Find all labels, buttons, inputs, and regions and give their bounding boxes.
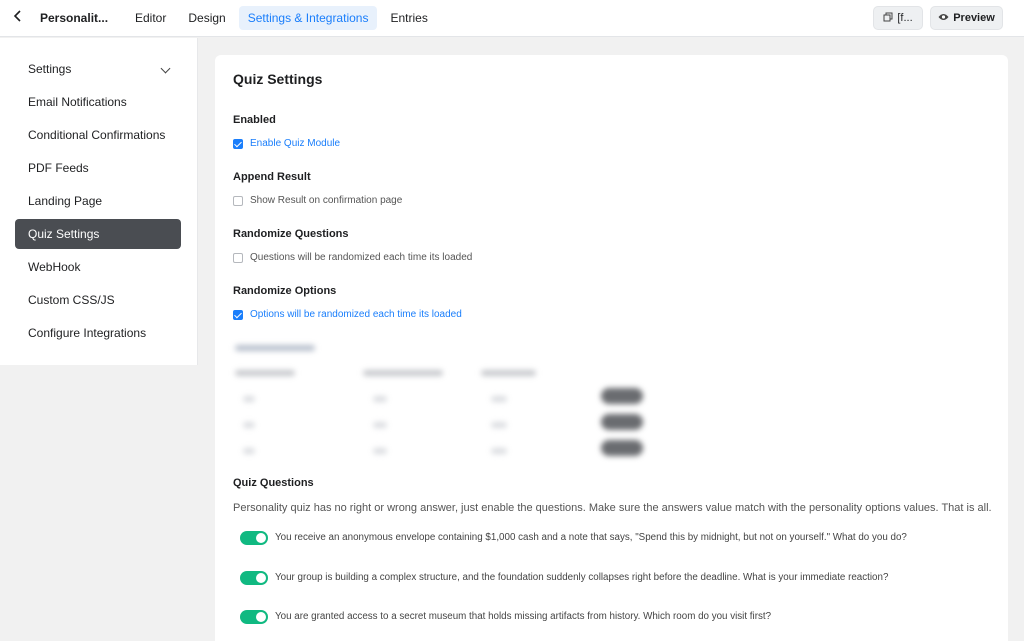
sidebar-item-settings[interactable]: Settings xyxy=(15,54,181,84)
section-label-randomize-questions: Randomize Questions xyxy=(233,228,349,240)
question-toggle[interactable] xyxy=(240,610,268,624)
copy-button-label: [f... xyxy=(897,12,913,24)
sidebar-item-label: Configure Integrations xyxy=(28,326,147,340)
enable-quiz-module-checkbox[interactable]: Enable Quiz Module xyxy=(233,138,340,149)
question-text: Your group is building a complex structu… xyxy=(275,572,889,583)
settings-sidebar: Settings Email Notifications Conditional… xyxy=(0,38,198,365)
preview-button-label: Preview xyxy=(953,12,995,24)
checkbox-checked[interactable] xyxy=(233,138,243,149)
show-result-checkbox[interactable]: Show Result on confirmation page xyxy=(233,195,402,206)
section-label-append-result: Append Result xyxy=(233,171,311,183)
checkbox-checked[interactable] xyxy=(233,309,243,320)
sidebar-item-label: Custom CSS/JS xyxy=(28,293,115,307)
question-text: You receive an anonymous envelope contai… xyxy=(275,532,907,543)
page-title: Quiz Settings xyxy=(233,71,323,87)
sidebar-item-custom-css-js[interactable]: Custom CSS/JS xyxy=(15,285,181,315)
sidebar-item-conditional-confirmations[interactable]: Conditional Confirmations xyxy=(15,120,181,150)
copy-shortcode-button[interactable]: [f... xyxy=(873,6,923,30)
section-label-enabled: Enabled xyxy=(233,114,276,126)
chevron-left-icon[interactable] xyxy=(10,9,26,27)
sidebar-item-label: Email Notifications xyxy=(28,95,127,109)
sidebar-item-label: Quiz Settings xyxy=(28,227,100,241)
sidebar-item-label: Conditional Confirmations xyxy=(28,128,166,142)
tab-entries[interactable]: Entries xyxy=(381,6,436,30)
quiz-questions-help: Personality quiz has no right or wrong a… xyxy=(233,502,992,514)
eye-icon xyxy=(938,12,949,24)
quiz-settings-panel: Quiz Settings Enabled Enable Quiz Module… xyxy=(215,55,1008,641)
checkbox-unchecked[interactable] xyxy=(233,252,243,263)
sidebar-item-email-notifications[interactable]: Email Notifications xyxy=(15,87,181,117)
tab-editor[interactable]: Editor xyxy=(126,6,175,30)
quiz-question-row: You receive an anonymous envelope contai… xyxy=(233,522,991,554)
question-text: You are granted access to a secret museu… xyxy=(275,611,772,622)
sidebar-item-quiz-settings[interactable]: Quiz Settings xyxy=(15,219,181,249)
sidebar-item-pdf-feeds[interactable]: PDF Feeds xyxy=(15,153,181,183)
randomize-questions-checkbox[interactable]: Questions will be randomized each time i… xyxy=(233,252,472,263)
checkbox-label: Show Result on confirmation page xyxy=(250,195,403,206)
question-toggle[interactable] xyxy=(240,531,268,545)
sidebar-item-label: PDF Feeds xyxy=(28,161,89,175)
quiz-question-row: You are granted access to a secret museu… xyxy=(233,601,991,633)
checkbox-label: Options will be randomized each time its… xyxy=(250,309,462,320)
redacted-result-table xyxy=(233,340,653,465)
preview-button[interactable]: Preview xyxy=(930,6,1003,30)
randomize-options-checkbox[interactable]: Options will be randomized each time its… xyxy=(233,309,462,320)
form-name: Personalit... xyxy=(40,11,109,25)
checkbox-unchecked[interactable] xyxy=(233,195,243,206)
quiz-question-row: Your group is building a complex structu… xyxy=(233,562,991,594)
sidebar-item-landing-page[interactable]: Landing Page xyxy=(15,186,181,216)
tab-settings-integrations[interactable]: Settings & Integrations xyxy=(238,6,378,30)
checkbox-label: Questions will be randomized each time i… xyxy=(250,252,473,263)
sidebar-item-webhook[interactable]: WebHook xyxy=(15,252,181,282)
top-bar: Personalit... Editor Design Settings & I… xyxy=(0,0,1024,37)
chevron-down-icon xyxy=(160,63,171,74)
sidebar-item-label: Landing Page xyxy=(28,194,103,208)
copy-icon xyxy=(883,12,893,25)
section-label-randomize-options: Randomize Options xyxy=(233,285,337,297)
checkbox-label: Enable Quiz Module xyxy=(250,138,341,149)
sidebar-item-label: Settings xyxy=(28,62,72,76)
section-label-quiz-questions: Quiz Questions xyxy=(233,477,314,489)
sidebar-item-label: WebHook xyxy=(28,260,81,274)
main-nav: Editor Design Settings & Integrations En… xyxy=(126,6,437,30)
question-toggle[interactable] xyxy=(240,571,268,585)
sidebar-item-configure-integrations[interactable]: Configure Integrations xyxy=(15,318,181,348)
tab-design[interactable]: Design xyxy=(179,6,234,30)
